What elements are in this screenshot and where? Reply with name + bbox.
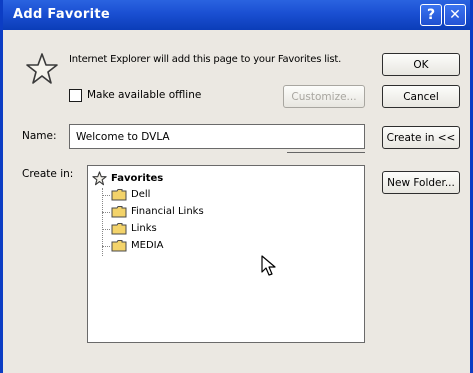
new-folder-label: New Folder... <box>387 176 455 189</box>
title-bar[interactable]: Add Favorite ? ✕ <box>3 0 470 30</box>
close-button[interactable]: ✕ <box>444 4 466 26</box>
intro-text: Internet Explorer will add this page to … <box>69 54 342 65</box>
add-favorite-dialog: Add Favorite ? ✕ Internet Explorer will … <box>0 0 473 373</box>
tree-item-label: Dell <box>131 189 151 200</box>
cancel-label: Cancel <box>403 90 439 103</box>
close-x-icon: ✕ <box>449 7 461 23</box>
create-in-label-text: Create in: <box>22 168 74 180</box>
tree-item-financial-links[interactable]: Financial Links <box>111 205 204 218</box>
cancel-button[interactable]: Cancel <box>382 85 460 108</box>
name-input[interactable] <box>69 124 365 149</box>
tree-item-label: Links <box>131 223 157 234</box>
question-mark-icon: ? <box>426 7 436 23</box>
tree-connector <box>102 195 110 196</box>
dialog-bottom-area <box>3 352 470 373</box>
folder-tree[interactable]: Favorites Dell Financial Links Links MED… <box>87 165 365 343</box>
mouse-pointer-icon <box>261 255 276 276</box>
ok-label: OK <box>413 58 429 71</box>
tree-connector <box>102 212 110 213</box>
tree-item-dell[interactable]: Dell <box>111 188 150 201</box>
tree-connector <box>102 246 110 247</box>
folder-icon <box>111 223 127 235</box>
folder-icon <box>111 189 127 201</box>
favorites-star-icon <box>92 171 107 186</box>
help-button[interactable]: ? <box>420 4 442 26</box>
name-divider <box>287 152 365 153</box>
tree-item-label: Financial Links <box>131 206 204 217</box>
name-label: Name: <box>22 130 57 142</box>
customize-button: Customize... <box>283 85 365 108</box>
tree-item-links[interactable]: Links <box>111 222 157 235</box>
ok-button[interactable]: OK <box>382 53 460 76</box>
new-folder-button[interactable]: New Folder... <box>382 171 460 194</box>
folder-icon <box>111 240 127 252</box>
tree-item-label: MEDIA <box>131 240 164 251</box>
create-in-button[interactable]: Create in << <box>382 126 460 149</box>
tree-connector <box>102 229 110 230</box>
folder-icon <box>111 206 127 218</box>
make-available-offline-checkbox[interactable] <box>69 89 82 102</box>
dialog-title: Add Favorite <box>13 7 110 22</box>
customize-label: Customize... <box>291 90 357 103</box>
favorites-star-icon <box>26 53 58 84</box>
tree-item-media[interactable]: MEDIA <box>111 239 163 252</box>
make-available-offline-label: Make available offline <box>87 89 202 101</box>
tree-item-label: Favorites <box>111 173 164 184</box>
tree-item-favorites[interactable]: Favorites <box>92 171 163 186</box>
create-in-label: Create in << <box>386 131 456 144</box>
